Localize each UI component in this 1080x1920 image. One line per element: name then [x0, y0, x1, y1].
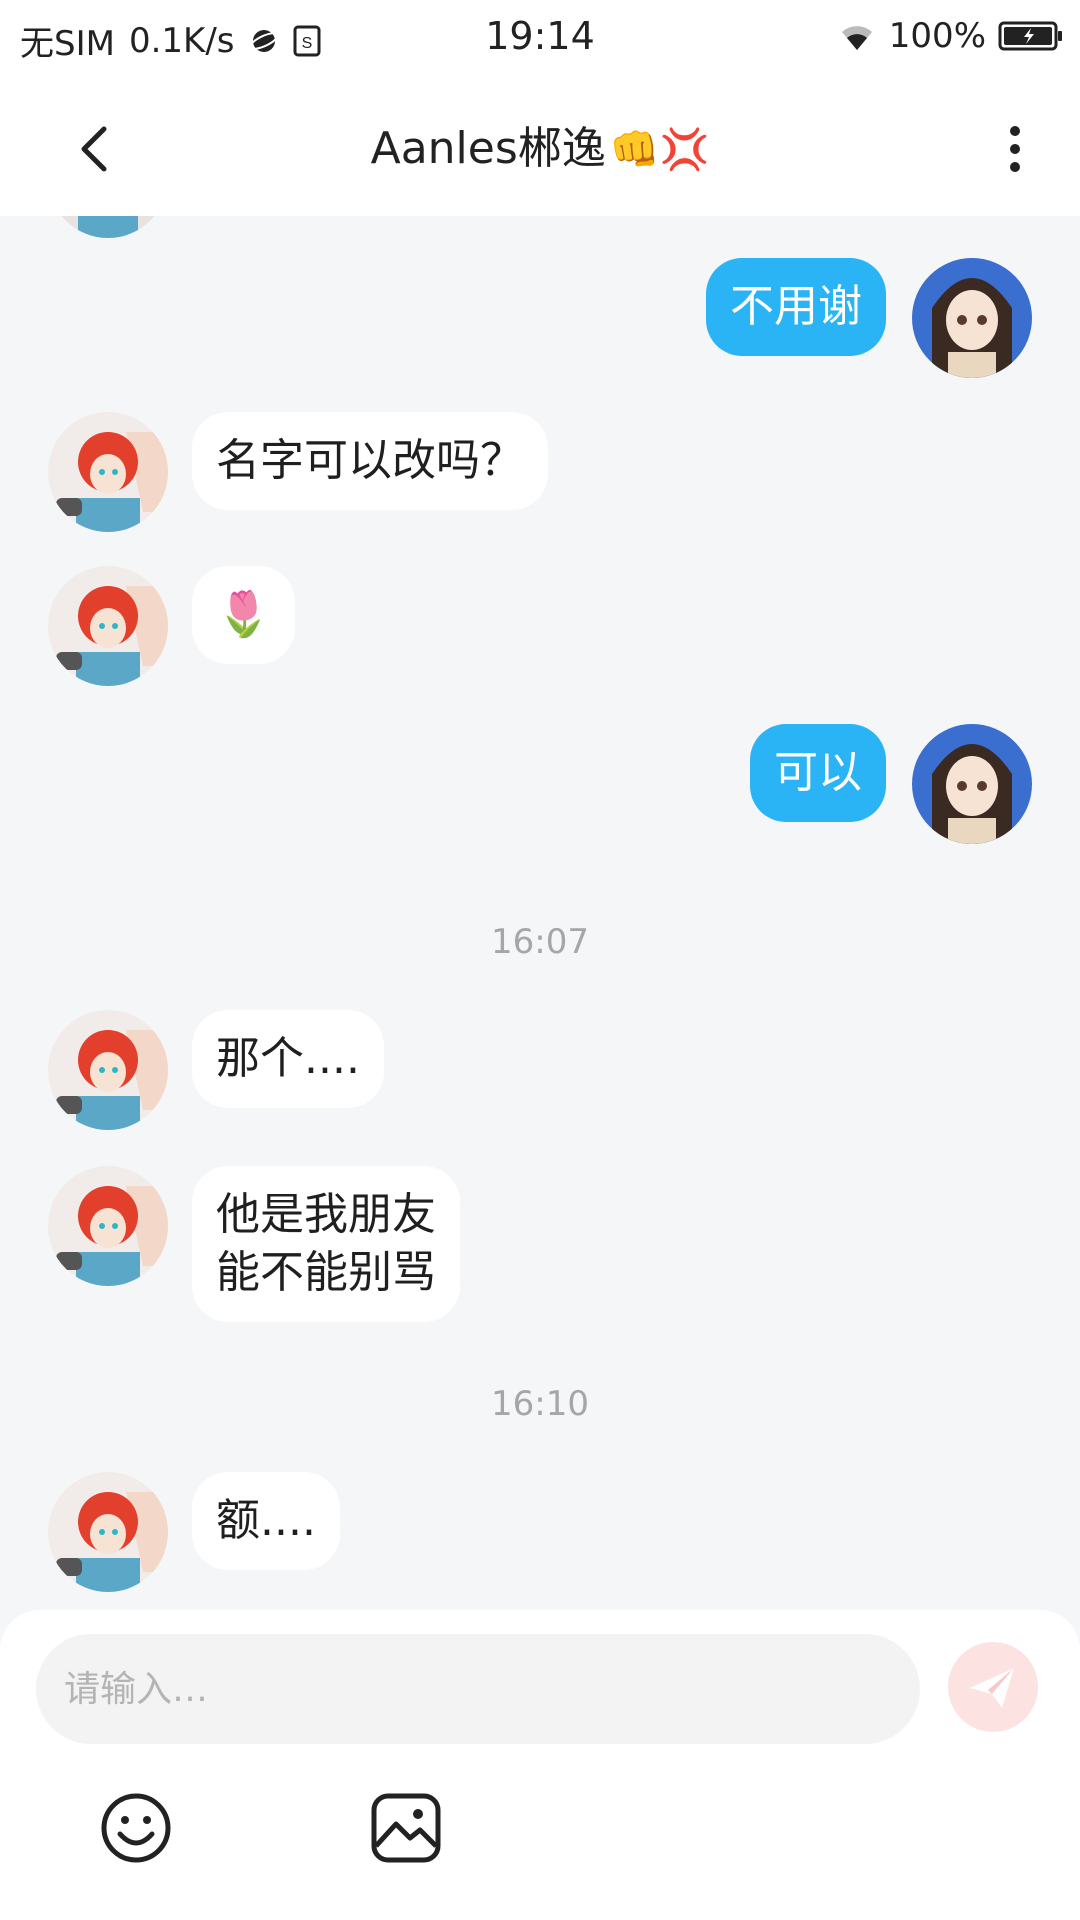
- chat-header: Aanles郴逸 👊💢: [0, 78, 1080, 216]
- chat-screen: 无SIM 0.1K/s S 19:14 100% Aanles郴逸 👊💢 不用谢…: [0, 0, 1080, 1920]
- emoji-button[interactable]: [98, 1790, 174, 1866]
- wifi-icon: [837, 20, 877, 52]
- contact-name: Aanles郴逸: [370, 123, 606, 174]
- my-avatar[interactable]: [912, 724, 1032, 844]
- battery-percent: 100%: [888, 16, 986, 56]
- contact-avatar[interactable]: [48, 1472, 168, 1592]
- status-bar: 无SIM 0.1K/s S 19:14 100%: [0, 0, 1080, 78]
- message-bubble-incoming[interactable]: 额....: [192, 1472, 340, 1570]
- timestamp: 16:07: [491, 922, 589, 962]
- message-list[interactable]: 不用谢 名字可以改吗？ 🌷 可以 16:07 那个.... 他是我朋友 能不能别…: [0, 216, 1080, 1610]
- contact-avatar[interactable]: [48, 1166, 168, 1286]
- contact-avatar[interactable]: [48, 216, 168, 238]
- message-bubble-incoming[interactable]: 那个....: [192, 1010, 384, 1108]
- message-bubble-incoming[interactable]: 名字可以改吗？: [192, 412, 548, 510]
- send-button[interactable]: [948, 1642, 1038, 1732]
- message-composer: [0, 1610, 1080, 1920]
- contact-avatar[interactable]: [48, 412, 168, 532]
- battery-icon: [998, 20, 1064, 52]
- contact-avatar[interactable]: [48, 1010, 168, 1130]
- my-avatar[interactable]: [912, 258, 1032, 378]
- message-input[interactable]: [36, 1634, 920, 1744]
- contact-avatar[interactable]: [48, 566, 168, 686]
- more-options-button[interactable]: [990, 114, 1040, 184]
- paper-plane-icon: [970, 1668, 1014, 1708]
- more-vertical-icon: [1010, 126, 1020, 172]
- image-button[interactable]: [368, 1790, 444, 1866]
- image-icon: [371, 1793, 441, 1863]
- message-bubble-outgoing[interactable]: 不用谢: [706, 258, 886, 356]
- page-title: Aanles郴逸 👊💢: [0, 114, 1080, 185]
- smiley-icon: [101, 1793, 171, 1863]
- timestamp: 16:10: [491, 1384, 589, 1424]
- message-bubble-incoming[interactable]: 他是我朋友 能不能别骂: [192, 1166, 460, 1322]
- title-emojis: 👊💢: [609, 127, 710, 173]
- message-bubble-outgoing[interactable]: 可以: [750, 724, 886, 822]
- message-bubble-incoming[interactable]: 🌷: [192, 566, 295, 664]
